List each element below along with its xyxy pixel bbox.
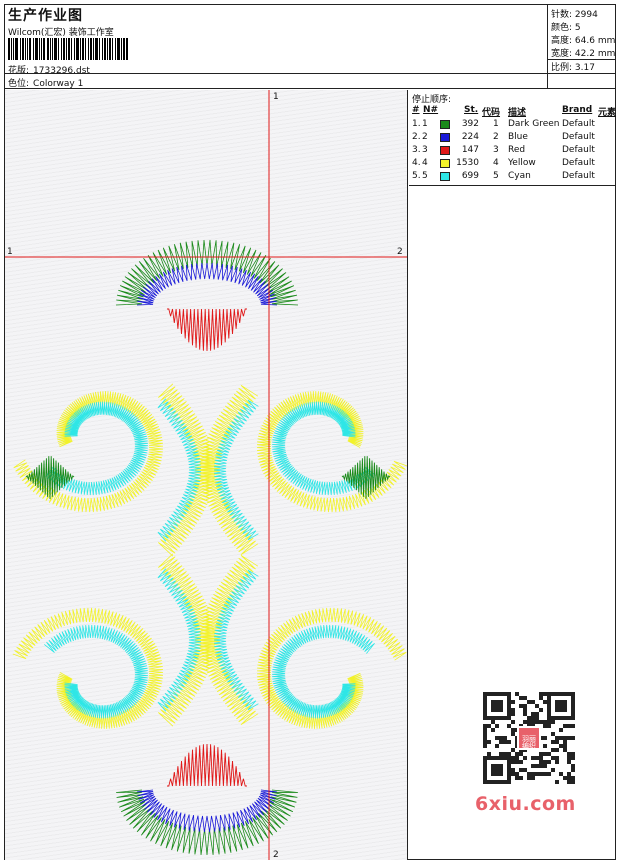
red-wedge-bottom — [167, 743, 247, 787]
col-brand: Brand — [562, 105, 593, 115]
worksheet-header: 生产作业图 Wilcom(汇宏) 装饰工作室 花版: 1733296.dst 色位… — [5, 5, 616, 89]
row-description: Red — [508, 145, 526, 155]
row-description: Dark Green — [508, 119, 560, 129]
row-needle: 1 — [422, 119, 428, 129]
row-code: 5 — [493, 171, 499, 181]
stop-sequence-header: # N# St. 代码 描述 Brand 元素 — [409, 105, 617, 118]
design-stats: 针数: 2994 颜色: 5 高度: 64.6 mm 宽度: 42.2 mm 比… — [547, 5, 616, 89]
stop-sequence-panel: 停止顺序: # N# St. 代码 描述 Brand 元素 1. 1 392 1 Dar… — [409, 90, 617, 186]
colorway-line: 色位: Colorway 1 — [8, 76, 83, 89]
stat-height: 高度: 64.6 mm — [551, 36, 616, 46]
yellow-center-band — [199, 554, 259, 726]
company-name: Wilcom(汇宏) 装饰工作室 — [8, 28, 114, 38]
cyan-scroll-inner — [45, 401, 148, 496]
stop-sequence-row: 1. 1 392 1 Dark Green Default — [409, 119, 615, 132]
design-name-line: 花版: 1733296.dst — [8, 63, 90, 76]
green-crown-bottom — [116, 789, 298, 856]
row-brand: Default — [562, 132, 595, 142]
row-needle: 4 — [422, 158, 428, 168]
row-code: 3 — [493, 145, 499, 155]
col-stitches: St. — [464, 105, 479, 115]
row-index: 5. — [412, 171, 421, 181]
row-brand: Default — [562, 145, 595, 155]
stat-colors: 颜色: 5 — [551, 23, 581, 33]
row-description: Blue — [508, 132, 528, 142]
row-needle: 2 — [422, 132, 428, 142]
guide-label-left: 1 — [7, 247, 13, 257]
yellow-center-band — [199, 384, 259, 556]
colorway-label: 色位: — [8, 79, 30, 89]
row-brand: Default — [562, 171, 595, 181]
header-divider — [5, 73, 547, 74]
guide-label-bottom: 2 — [273, 850, 279, 860]
stat-scale: 比例: 3.17 — [551, 63, 595, 73]
stop-sequence-row: 2. 2 224 2 Blue Default — [409, 132, 615, 145]
cyan-center-band — [157, 568, 202, 712]
row-brand: Default — [562, 119, 595, 129]
stop-sequence-row: 3. 3 147 3 Red Default — [409, 145, 615, 158]
row-stitches: 699 — [461, 171, 479, 181]
stop-sequence-title: 停止顺序: — [412, 95, 452, 105]
row-description: Cyan — [508, 171, 531, 181]
guide-label-top: 1 — [273, 92, 279, 102]
row-code: 4 — [493, 158, 499, 168]
row-stitches: 224 — [461, 132, 479, 142]
header-info: 生产作业图 Wilcom(汇宏) 装饰工作室 花版: 1733296.dst 色位… — [5, 5, 547, 89]
cyan-scroll-inner — [44, 624, 148, 719]
row-code: 1 — [493, 119, 499, 129]
col-needle: N# — [423, 105, 439, 115]
color-swatch — [440, 172, 450, 181]
stop-sequence-row: 5. 5 699 5 Cyan Default — [409, 171, 615, 184]
stats-divider-2 — [548, 73, 616, 74]
cyan-scroll-inner — [272, 401, 376, 496]
qr-logo-text-2: 编织 — [522, 741, 536, 750]
barcode — [8, 38, 140, 60]
embroidery-preview: 1 2 1 2 — [5, 90, 408, 860]
row-code: 2 — [493, 132, 499, 142]
row-index: 3. — [412, 145, 421, 155]
row-description: Yellow — [508, 158, 536, 168]
color-swatch — [440, 146, 450, 155]
design-value: 1733296.dst — [33, 66, 90, 76]
col-description: 描述 — [508, 108, 527, 118]
stop-sequence-row: 4. 4 1530 4 Yellow Default — [409, 158, 615, 171]
row-index: 4. — [412, 158, 421, 168]
color-swatch — [440, 159, 450, 168]
col-index: # — [412, 105, 420, 115]
cyan-scroll-inner — [272, 624, 375, 719]
stat-width: 宽度: 42.2 mm — [551, 49, 616, 59]
row-stitches: 1530 — [456, 158, 479, 168]
row-brand: Default — [562, 158, 595, 168]
cyan-center-band — [157, 398, 202, 542]
row-index: 2. — [412, 132, 421, 142]
production-worksheet: 生产作业图 Wilcom(汇宏) 装饰工作室 花版: 1733296.dst 色位… — [4, 4, 616, 860]
colorway-value: Colorway 1 — [33, 79, 84, 89]
color-swatch — [440, 133, 450, 142]
qr-code: 羽丽 编织 — [475, 688, 583, 796]
guide-label-right: 2 — [397, 247, 403, 257]
row-stitches: 147 — [461, 145, 479, 155]
stat-stitches: 针数: 2994 — [551, 10, 598, 20]
red-wedge-top — [167, 308, 247, 352]
row-index: 1. — [412, 119, 421, 129]
watermark: 6xiu.com — [475, 793, 576, 815]
row-needle: 5 — [422, 171, 428, 181]
row-stitches: 392 — [461, 119, 479, 129]
design-label: 花版: — [8, 66, 30, 76]
col-code: 代码 — [482, 108, 501, 118]
row-needle: 3 — [422, 145, 428, 155]
embroidery-artwork: 1 2 1 2 — [5, 90, 407, 860]
worksheet-title: 生产作业图 — [8, 8, 83, 24]
col-element: 元素 — [598, 108, 617, 118]
color-swatch — [440, 120, 450, 129]
